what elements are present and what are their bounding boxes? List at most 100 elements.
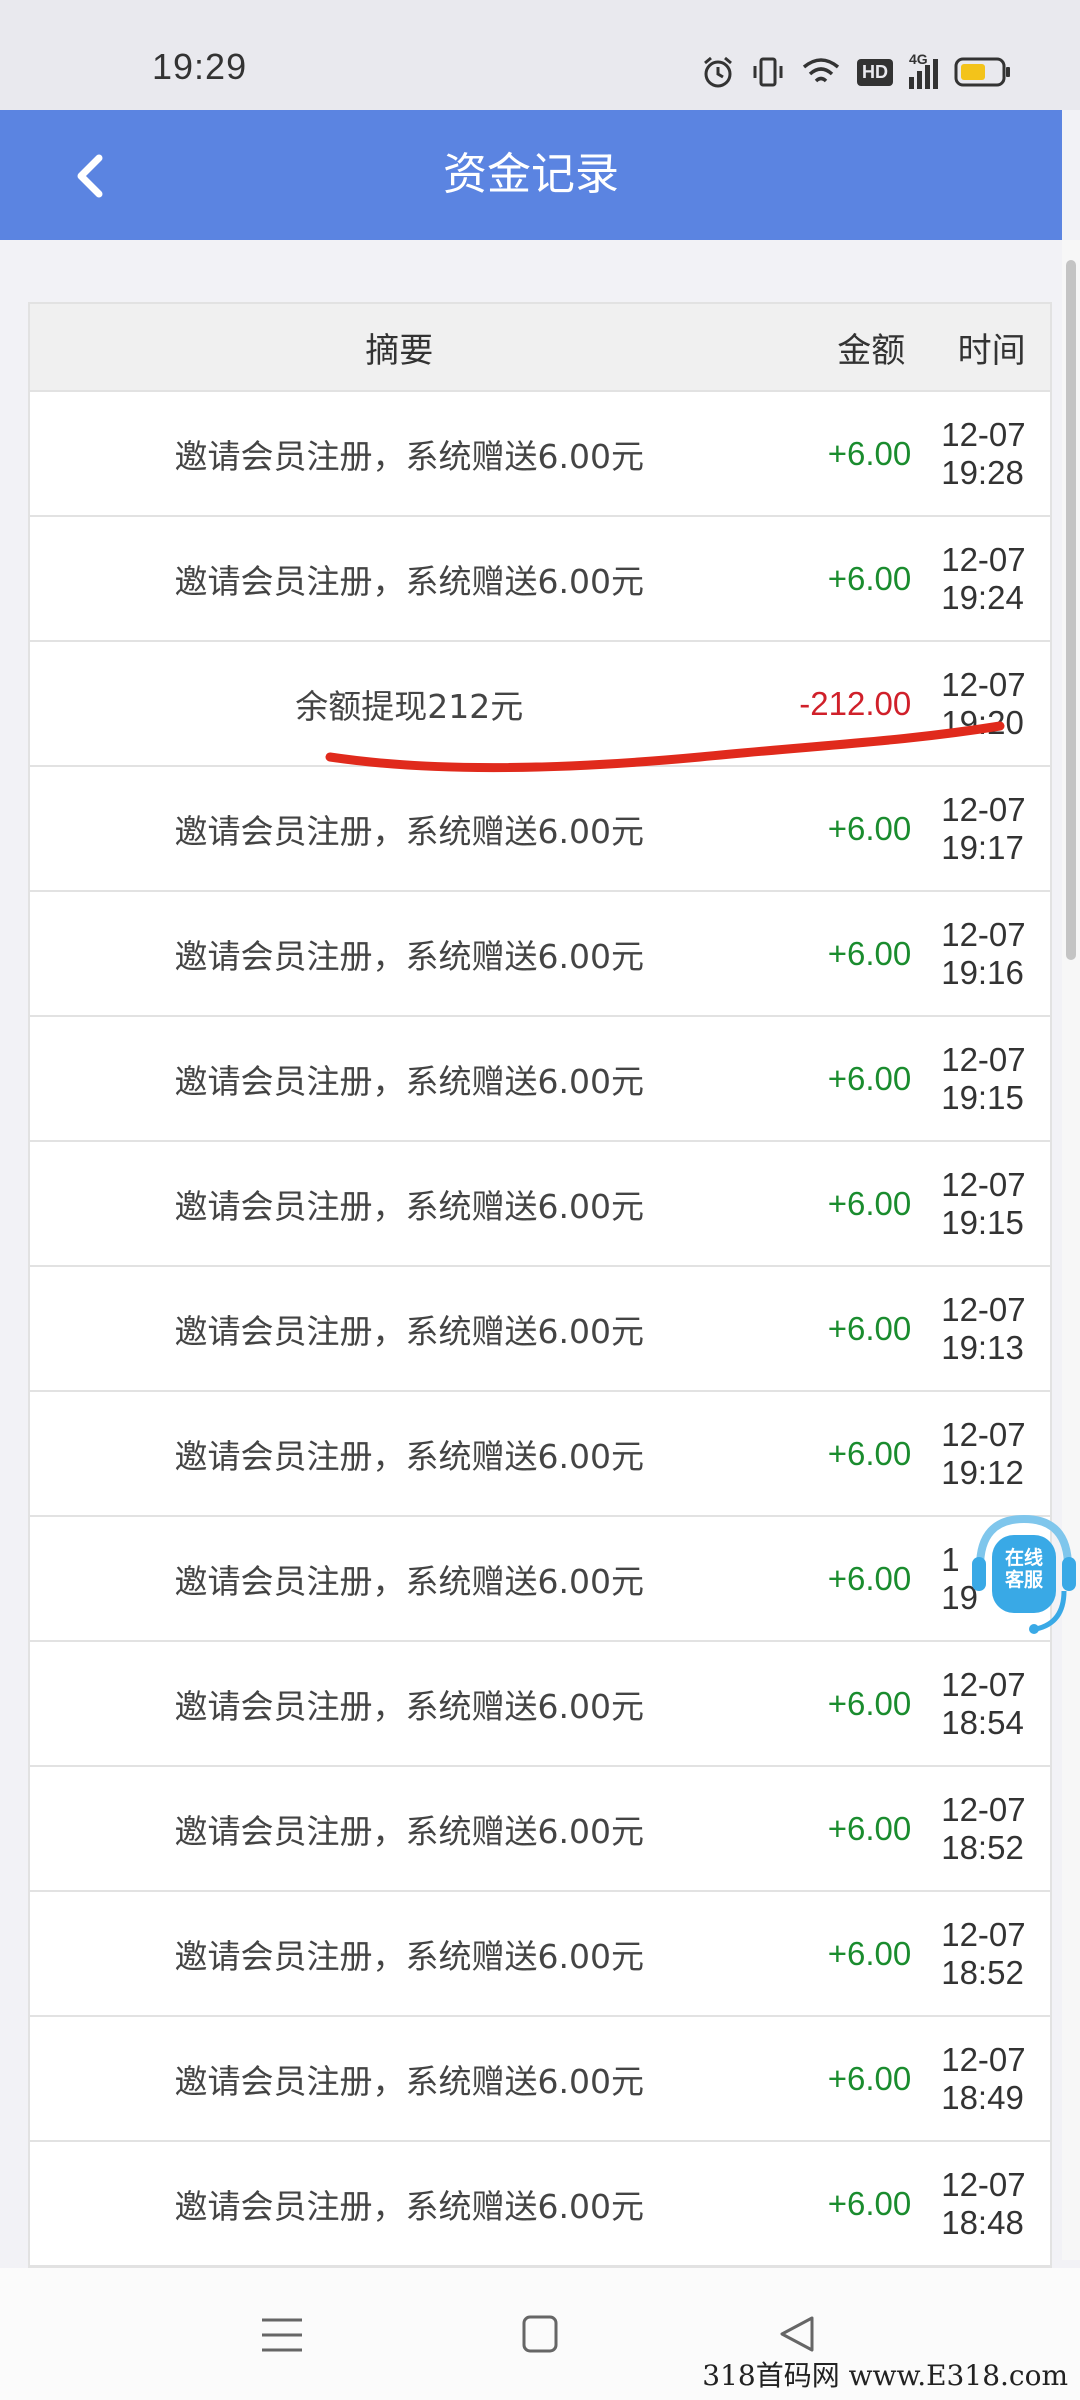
status-bar: 19:29 HD 4G (0, 0, 1080, 110)
row-time: 12-07 18:49 (933, 2041, 1050, 2117)
row-amount: +6.00 (827, 434, 912, 472)
table-row: 余额提现212元 -212.00 12-07 19:20 (30, 642, 1050, 767)
row-summary: 邀请会员注册，系统赠送6.00元 (174, 936, 644, 976)
row-amount: +6.00 (827, 2059, 912, 2097)
row-summary: 邀请会员注册，系统赠送6.00元 (174, 1561, 644, 1601)
row-time: 12-07 18:52 (933, 1916, 1050, 1992)
app-header: 资金记录 (0, 110, 1062, 240)
table-row: 邀请会员注册，系统赠送6.00元 +6.00 12-07 18:52 (30, 1892, 1050, 2017)
table-row: 邀请会员注册，系统赠送6.00元 +6.00 1 19 (30, 1517, 1050, 1642)
row-time: 12-07 19:15 (933, 1166, 1050, 1242)
network-label: 4G (909, 51, 928, 67)
row-date: 12-07 (941, 2040, 1026, 2078)
row-time: 12-07 19:16 (933, 916, 1050, 992)
table-row: 邀请会员注册，系统赠送6.00元 +6.00 12-07 18:52 (30, 1767, 1050, 1892)
row-date: 12-07 (941, 1915, 1026, 1953)
row-date: 12-07 (941, 1040, 1026, 1078)
row-summary: 邀请会员注册，系统赠送6.00元 (174, 2061, 644, 2101)
row-clock: 18:49 (941, 2078, 1024, 2116)
back-button[interactable] (60, 146, 120, 206)
row-time: 12-07 19:20 (933, 666, 1050, 742)
row-clock: 19:15 (941, 1078, 1024, 1116)
table-header: 摘要 金额 时间 (30, 304, 1050, 392)
row-summary: 邀请会员注册，系统赠送6.00元 (174, 1061, 644, 1101)
row-summary: 邀请会员注册，系统赠送6.00元 (174, 436, 644, 476)
row-amount: +6.00 (827, 1934, 912, 1972)
row-summary: 邀请会员注册，系统赠送6.00元 (174, 1186, 644, 1226)
table-row: 邀请会员注册，系统赠送6.00元 +6.00 12-07 18:48 (30, 2142, 1050, 2267)
row-amount: +6.00 (827, 2184, 912, 2222)
row-amount: +6.00 (827, 1684, 912, 1722)
row-clock: 19:16 (941, 953, 1024, 991)
row-summary: 邀请会员注册，系统赠送6.00元 (174, 1811, 644, 1851)
scroll-thumb[interactable] (1066, 260, 1076, 960)
row-amount: +6.00 (827, 809, 912, 847)
table-row: 邀请会员注册，系统赠送6.00元 +6.00 12-07 19:24 (30, 517, 1050, 642)
online-service-button[interactable]: 在线 客服 (970, 1505, 1078, 1640)
row-date: 12-07 (941, 1290, 1026, 1328)
row-time: 12-07 19:28 (933, 416, 1050, 492)
row-clock: 19:13 (941, 1328, 1024, 1366)
row-clock: 19:20 (941, 703, 1024, 741)
table-row: 邀请会员注册，系统赠送6.00元 +6.00 12-07 19:16 (30, 892, 1050, 1017)
signal-4g-icon: 4G (909, 51, 938, 89)
row-time: 12-07 19:17 (933, 791, 1050, 867)
status-time: 19:29 (152, 46, 248, 87)
row-clock: 19:24 (941, 578, 1024, 616)
row-date: 12-07 (941, 415, 1026, 453)
row-date: 12-07 (941, 915, 1026, 953)
row-date: 12-07 (941, 540, 1026, 578)
row-clock: 18:52 (941, 1828, 1024, 1866)
service-label-line2: 客服 (1004, 1569, 1043, 1591)
online-service-label: 在线 客服 (996, 1547, 1052, 1591)
row-summary: 邀请会员注册，系统赠送6.00元 (174, 2186, 644, 2226)
row-amount: +6.00 (827, 1559, 912, 1597)
row-clock: 19:17 (941, 828, 1024, 866)
table-row: 邀请会员注册，系统赠送6.00元 +6.00 12-07 19:15 (30, 1142, 1050, 1267)
row-amount: +6.00 (827, 1434, 912, 1472)
row-date: 12-07 (941, 2165, 1026, 2203)
home-square-icon[interactable] (510, 2312, 570, 2358)
row-date: 12-07 (941, 790, 1026, 828)
back-triangle-icon[interactable] (768, 2312, 828, 2358)
hd-icon: HD (857, 58, 893, 86)
row-clock: 18:52 (941, 1953, 1024, 1991)
row-time: 12-07 19:12 (933, 1416, 1050, 1492)
row-summary: 邀请会员注册，系统赠送6.00元 (174, 1936, 644, 1976)
row-amount: +6.00 (827, 559, 912, 597)
row-date: 12-07 (941, 665, 1026, 703)
system-nav-bar: 318首码网 www.E318.com (0, 2268, 1080, 2400)
table-row: 邀请会员注册，系统赠送6.00元 +6.00 12-07 19:13 (30, 1267, 1050, 1392)
row-time: 12-07 19:13 (933, 1291, 1050, 1367)
alarm-icon (704, 56, 732, 88)
row-summary: 邀请会员注册，系统赠送6.00元 (174, 811, 644, 851)
row-clock: 19:15 (941, 1203, 1024, 1241)
row-date: 12-07 (941, 1665, 1026, 1703)
row-clock: 19:12 (941, 1453, 1024, 1491)
row-amount: +6.00 (827, 1809, 912, 1847)
table-body: 邀请会员注册，系统赠送6.00元 +6.00 12-07 19:28 邀请会员注册，系统… (30, 392, 1050, 2267)
table-row: 邀请会员注册，系统赠送6.00元 +6.00 12-07 18:54 (30, 1642, 1050, 1767)
row-summary: 邀请会员注册，系统赠送6.00元 (174, 1686, 644, 1726)
watermark: 318首码网 www.E318.com (702, 2359, 1068, 2392)
row-time: 12-07 19:15 (933, 1041, 1050, 1117)
row-amount: +6.00 (827, 1184, 912, 1222)
row-time: 12-07 18:54 (933, 1666, 1050, 1742)
row-clock: 18:54 (941, 1703, 1024, 1741)
row-summary: 邀请会员注册，系统赠送6.00元 (174, 1436, 644, 1476)
row-amount: -212.00 (799, 684, 912, 722)
column-amount-header: 金额 (837, 330, 906, 371)
fund-records-table: 摘要 金额 时间 邀请会员注册，系统赠送6.00元 +6.00 12-07 19:28… (28, 302, 1052, 2269)
chevron-left-icon (77, 154, 103, 198)
menu-icon[interactable] (252, 2312, 312, 2358)
table-row: 邀请会员注册，系统赠送6.00元 +6.00 12-07 19:12 (30, 1392, 1050, 1517)
table-row: 邀请会员注册，系统赠送6.00元 +6.00 12-07 18:49 (30, 2017, 1050, 2142)
row-date: 12-07 (941, 1790, 1026, 1828)
battery-icon (954, 57, 1010, 87)
scrollbar[interactable] (1062, 240, 1080, 2260)
row-summary: 余额提现212元 (295, 686, 524, 726)
column-time-header: 时间 (957, 330, 1026, 371)
row-time: 12-07 18:48 (933, 2166, 1050, 2242)
status-icons: HD 4G (701, 51, 1012, 92)
table-row: 邀请会员注册，系统赠送6.00元 +6.00 12-07 19:15 (30, 1017, 1050, 1142)
